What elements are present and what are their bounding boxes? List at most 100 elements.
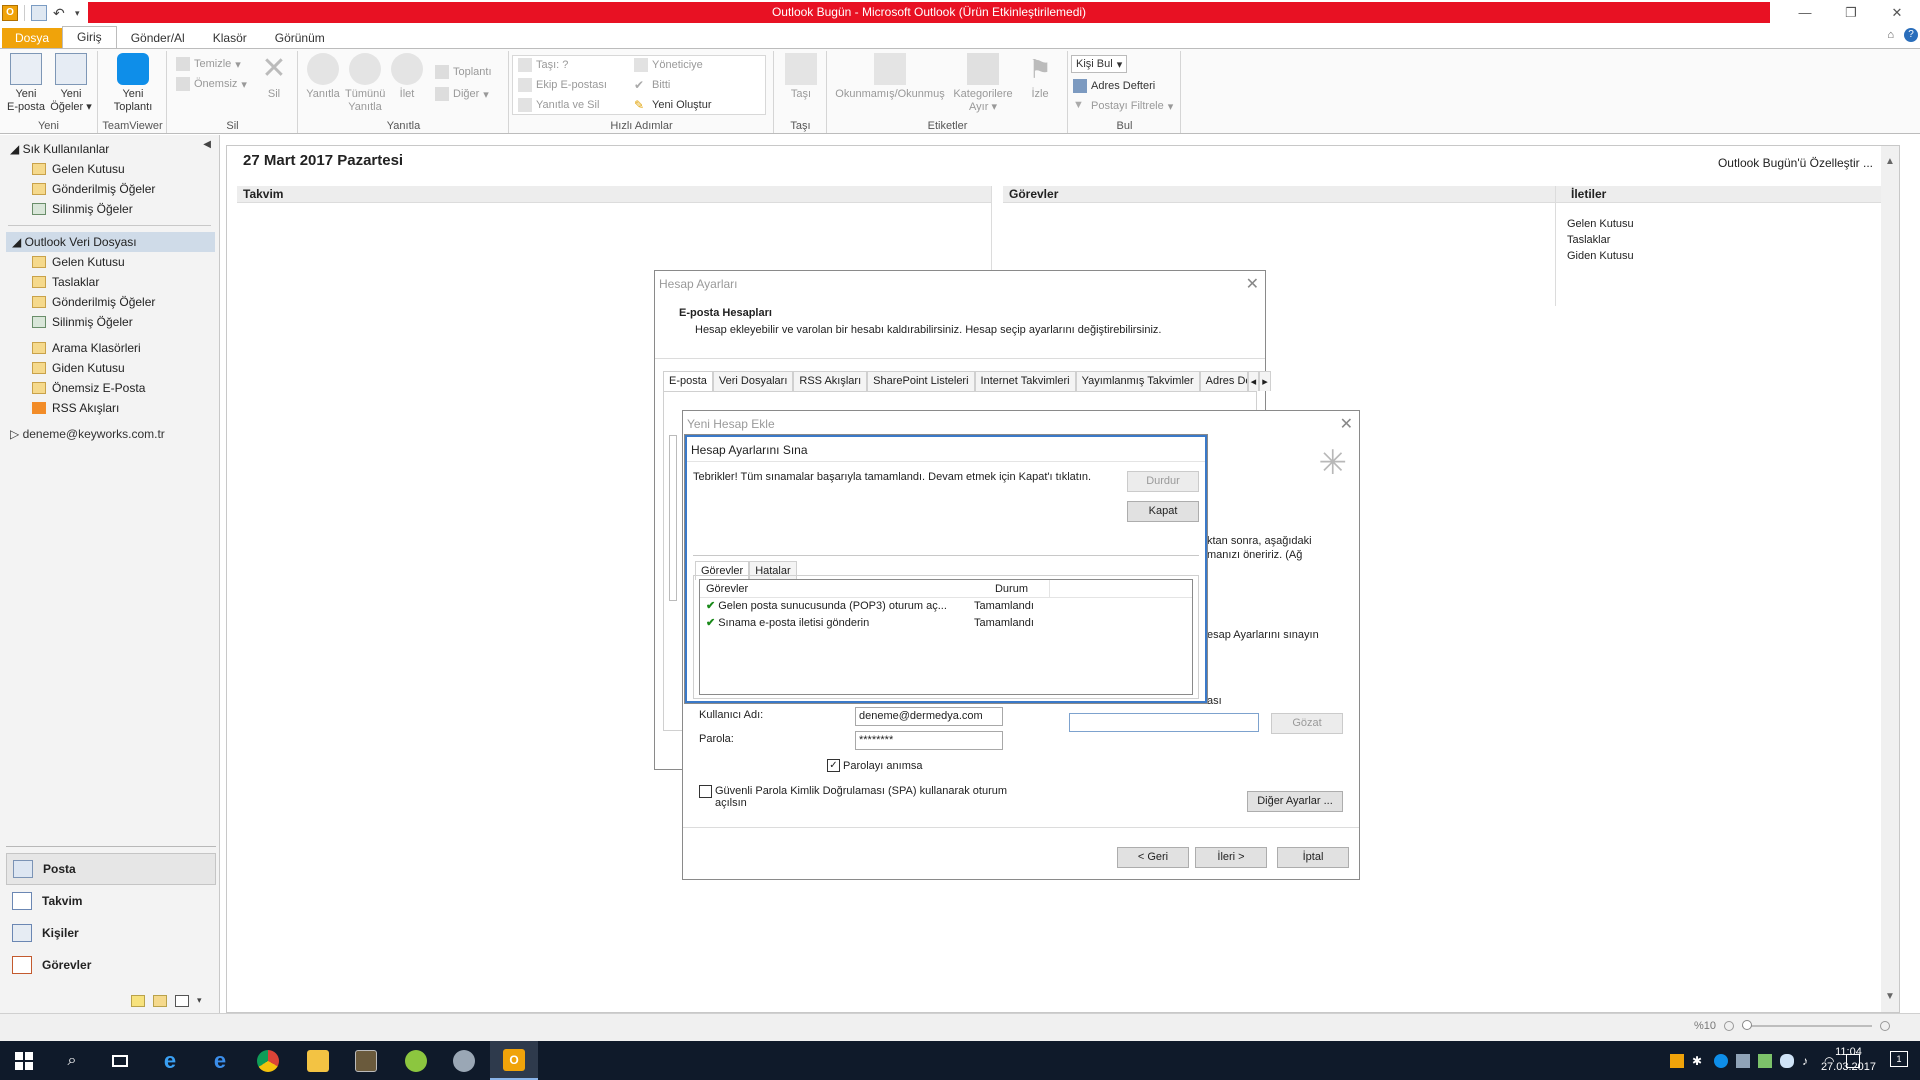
bluetooth-icon[interactable]: ✱ [1692,1054,1706,1068]
unread-read-button[interactable]: Okunmamış/Okunmuş [830,53,950,101]
quick-step-reply-delete[interactable]: Yanıtla ve Sil [518,96,599,114]
rss-feeds[interactable]: RSS Akışları [0,398,219,418]
junk-button[interactable]: Önemsiz ▾ [176,75,247,93]
vertical-scrollbar[interactable]: ▲ ▼ [1881,146,1899,1012]
drafts[interactable]: Taslaklar [0,272,219,292]
cancel-button[interactable]: İptal [1277,847,1349,868]
reply-button[interactable]: Yanıtla [303,53,343,101]
tab-scroll-right[interactable]: ▸ [1259,371,1271,391]
nav-mail[interactable]: Posta [6,853,216,885]
tab-email[interactable]: E-posta [663,371,713,391]
undo-icon[interactable]: ↶ [53,5,69,21]
outlook-tray-icon[interactable] [1670,1053,1684,1068]
more-settings-button[interactable]: Diğer Ayarlar ... [1247,791,1343,812]
spa-checkbox[interactable] [699,785,712,798]
categorize-button[interactable]: Kategorilere Ayır ▾ [950,53,1016,114]
quick-step-move-to[interactable]: Taşı: ? [518,56,568,74]
delete-button[interactable]: ✕ Sil [256,53,292,101]
junk-email[interactable]: Önemsiz E-Posta [0,378,219,398]
taskbar-edge[interactable]: e [196,1041,244,1080]
customize-today-link[interactable]: Outlook Bugün'ü Özelleştir ... [1718,156,1873,170]
taskbar-explorer[interactable] [294,1041,342,1080]
account-header[interactable]: ▷ deneme@keyworks.com.tr [0,424,219,444]
taskbar-chrome[interactable] [244,1041,292,1080]
maximize-button[interactable]: ❐ [1828,0,1874,26]
tab-folder[interactable]: Klasör [199,28,261,48]
zoom-out-icon[interactable] [1724,1021,1734,1031]
search-folders[interactable]: Arama Klasörleri [0,338,219,358]
next-button[interactable]: İleri > [1195,847,1267,868]
start-button[interactable] [0,1041,48,1080]
messages-row-drafts[interactable]: Taslaklar0 [1567,234,1897,246]
list-item[interactable]: ✔ Gelen posta sunucusunda (POP3) oturum a… [700,598,1192,615]
inbox[interactable]: Gelen Kutusu [0,252,219,272]
taskbar-clock[interactable]: 11:04 27.03.2017 [1821,1045,1876,1075]
find-contact-box[interactable]: Kişi Bul ▾ [1071,55,1128,73]
quick-step-done[interactable]: ✔ Bitti [634,76,670,94]
task-view-button[interactable] [96,1041,144,1080]
notes-icon[interactable] [131,995,145,1007]
more-respond-button[interactable]: Diğer ▾ [435,85,489,103]
tab-internet-calendars[interactable]: Internet Takvimleri [974,371,1076,391]
taskbar-app-3[interactable] [440,1041,488,1080]
stop-button[interactable]: Durdur [1127,471,1199,492]
tab-address-books[interactable]: Adres De [1199,371,1248,391]
password-field[interactable]: ******** [855,731,1003,750]
col-tasks[interactable]: Görevler [700,580,970,597]
address-book-button[interactable]: Adres Defteri [1073,77,1155,95]
reply-all-button[interactable]: Tümünü Yanıtla [345,53,385,114]
taskbar-app-1[interactable] [342,1041,390,1080]
filter-email-button[interactable]: ▼ Postayı Filtrele ▾ [1073,97,1173,115]
clean-up-button[interactable]: Temizle ▾ [176,55,241,73]
battery-icon[interactable] [1758,1053,1772,1068]
help-icon[interactable]: ? [1904,28,1918,42]
shortcuts-icon[interactable] [175,995,189,1007]
messages-row-inbox[interactable]: Gelen Kutusu0 [1567,218,1897,230]
new-email-button[interactable]: Yeni E-posta [6,53,46,114]
col-status[interactable]: Durum [970,580,1050,597]
deleted-items[interactable]: Silinmiş Öğeler [0,312,219,332]
outbox[interactable]: Giden Kutusu [0,358,219,378]
nav-contacts[interactable]: Kişiler [6,917,216,949]
nav-calendar[interactable]: Takvim [6,885,216,917]
collapse-nav-icon[interactable]: ◀ [203,139,211,150]
meeting-button[interactable]: Toplantı [435,63,492,81]
pst-path-field[interactable] [1069,713,1259,732]
send-receive-icon[interactable] [31,5,47,21]
close-button[interactable]: Kapat [1127,501,1199,522]
search-button[interactable]: ⌕ [48,1041,96,1080]
fav-sent-items[interactable]: Gönderilmiş Öğeler [0,179,219,199]
browse-button[interactable]: Gözat [1271,713,1343,734]
tab-published-calendars[interactable]: Yayımlanmış Takvimler [1075,371,1200,391]
tab-home[interactable]: Giriş [62,26,117,48]
tab-file[interactable]: Dosya [2,28,63,48]
move-button[interactable]: Taşı [781,53,821,101]
close-icon[interactable]: ✕ [1340,414,1353,434]
taskbar-app-2[interactable] [392,1041,440,1080]
tab-scroll-left[interactable]: ◂ [1247,371,1260,391]
favorites-header[interactable]: ◢ Sık Kullanılanlar [0,139,219,159]
messages-row-outbox[interactable]: Giden Kutusu0 [1567,250,1897,262]
tab-data-files[interactable]: Veri Dosyaları [712,371,794,391]
list-item[interactable]: ✔ Sınama e-posta iletisi gönderin Tamamla… [700,615,1192,632]
volume-icon[interactable]: ♪ [1802,1054,1816,1068]
quick-step-create-new[interactable]: ✎ Yeni Oluştur [634,96,712,114]
tab-sharepoint[interactable]: SharePoint Listeleri [867,371,975,391]
minimize-button[interactable]: — [1782,0,1828,26]
forward-button[interactable]: İlet [389,53,425,101]
follow-up-button[interactable]: ⚑ İzle [1022,53,1058,101]
new-items-button[interactable]: Yeni Öğeler ▾ [50,53,92,114]
fav-inbox[interactable]: Gelen Kutusu [0,159,219,179]
quick-step-team-email[interactable]: Ekip E-postası [518,76,607,94]
tab-view[interactable]: Görünüm [261,28,339,48]
sent-items[interactable]: Gönderilmiş Öğeler [0,292,219,312]
fav-deleted-items[interactable]: Silinmiş Öğeler [0,199,219,219]
nav-tasks[interactable]: Görevler [6,949,216,981]
taskbar-ie[interactable]: e [146,1041,194,1080]
teamviewer-meeting-button[interactable]: Yeni Toplantı [109,53,157,114]
quick-step-manager[interactable]: Yöneticiye [634,56,703,74]
onedrive-icon[interactable] [1780,1053,1794,1068]
zoom-in-icon[interactable] [1880,1021,1890,1031]
configure-buttons-icon[interactable]: ▾ [197,995,211,1007]
tab-rss[interactable]: RSS Akışları [793,371,868,391]
